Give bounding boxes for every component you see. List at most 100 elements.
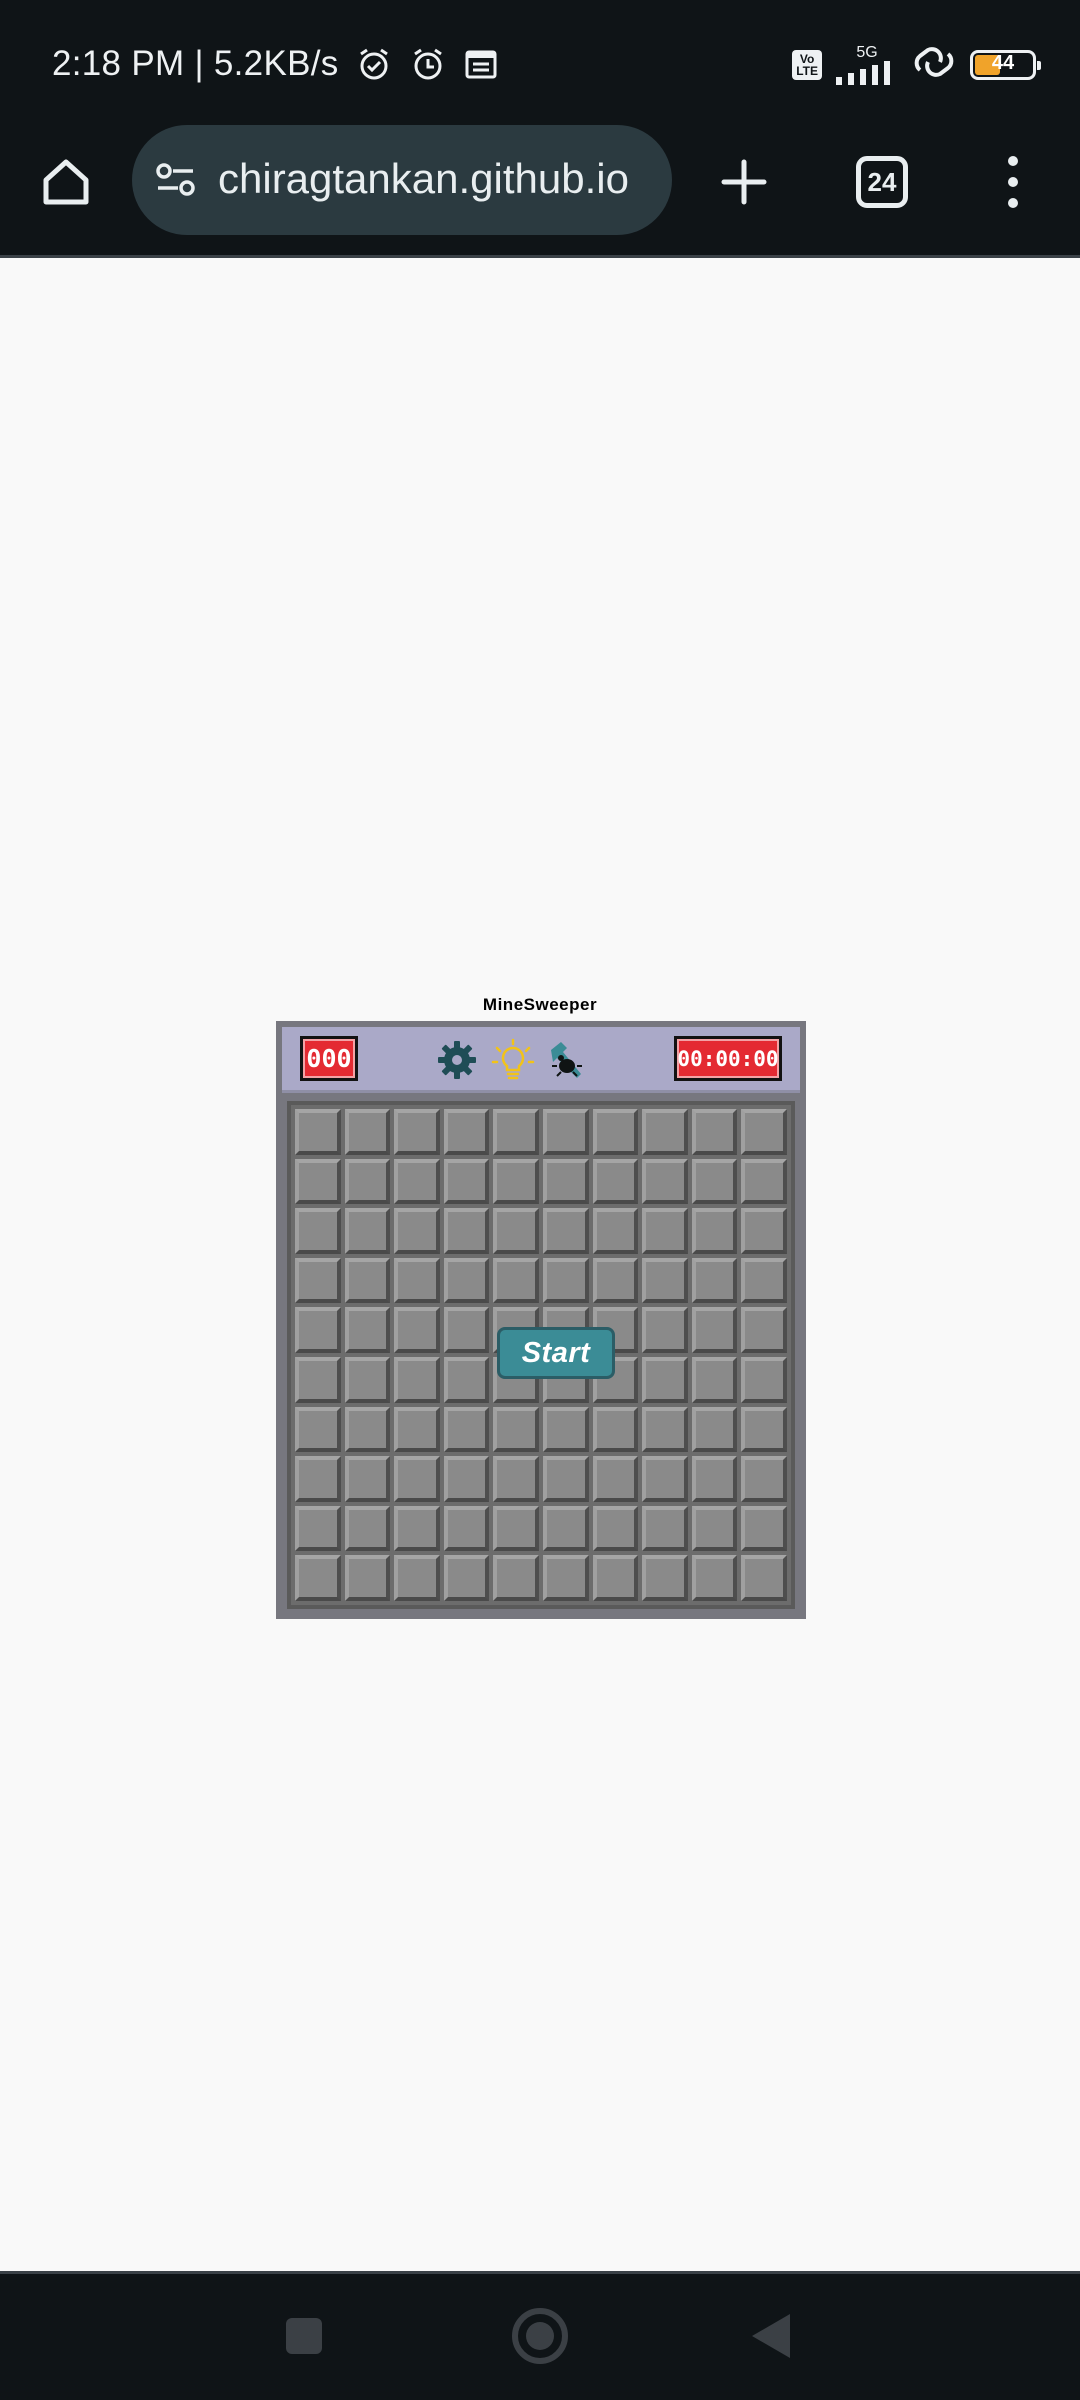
mine-cell[interactable] xyxy=(592,1208,639,1254)
mine-cell[interactable] xyxy=(394,1158,440,1205)
mine-cell[interactable] xyxy=(344,1456,391,1502)
mine-cell[interactable] xyxy=(592,1505,639,1552)
mine-cell[interactable] xyxy=(344,1555,391,1601)
mine-cell[interactable] xyxy=(642,1406,688,1453)
hint-lightbulb-icon[interactable] xyxy=(490,1037,536,1083)
mine-cell[interactable] xyxy=(592,1406,639,1453)
mine-cell[interactable] xyxy=(642,1109,688,1155)
mine-cell[interactable] xyxy=(542,1109,589,1155)
home-button[interactable] xyxy=(36,152,96,212)
new-tab-button[interactable] xyxy=(712,150,776,214)
mine-cell[interactable] xyxy=(493,1505,539,1552)
mine-cell[interactable] xyxy=(542,1505,589,1552)
mine-cell[interactable] xyxy=(691,1505,738,1552)
mine-cell[interactable] xyxy=(542,1158,589,1205)
tab-switcher-button[interactable]: 24 xyxy=(856,156,908,208)
mine-cell[interactable] xyxy=(394,1208,440,1254)
mine-cell[interactable] xyxy=(344,1208,391,1254)
mine-cell[interactable] xyxy=(542,1208,589,1254)
mine-cell[interactable] xyxy=(443,1356,490,1403)
mine-cell[interactable] xyxy=(741,1208,787,1254)
mine-cell[interactable] xyxy=(443,1257,490,1304)
mine-cell[interactable] xyxy=(493,1555,539,1601)
mine-cell[interactable] xyxy=(691,1208,738,1254)
site-settings-icon[interactable] xyxy=(154,158,198,207)
mine-cell[interactable] xyxy=(493,1158,539,1205)
mine-cell[interactable] xyxy=(741,1257,787,1304)
mine-cell[interactable] xyxy=(443,1307,490,1353)
mine-cell[interactable] xyxy=(642,1505,688,1552)
mine-cell[interactable] xyxy=(295,1555,341,1601)
address-bar[interactable]: chiragtankan.github.io xyxy=(132,125,672,235)
mine-cell[interactable] xyxy=(741,1356,787,1403)
mine-cell[interactable] xyxy=(443,1555,490,1601)
mine-cell[interactable] xyxy=(691,1456,738,1502)
mine-cell[interactable] xyxy=(295,1109,341,1155)
mine-cell[interactable] xyxy=(691,1257,738,1304)
mine-cell[interactable] xyxy=(344,1406,391,1453)
mine-cell[interactable] xyxy=(394,1356,440,1403)
url-text[interactable]: chiragtankan.github.io xyxy=(218,155,629,203)
mine-cell[interactable] xyxy=(295,1307,341,1353)
mine-cell[interactable] xyxy=(443,1158,490,1205)
mine-cell[interactable] xyxy=(394,1456,440,1502)
mine-cell[interactable] xyxy=(642,1208,688,1254)
mine-cell[interactable] xyxy=(344,1307,391,1353)
mine-cell[interactable] xyxy=(394,1257,440,1304)
mine-cell[interactable] xyxy=(542,1555,589,1601)
mine-cell[interactable] xyxy=(493,1456,539,1502)
mine-cell[interactable] xyxy=(741,1505,787,1552)
mine-cell[interactable] xyxy=(295,1505,341,1552)
mine-cell[interactable] xyxy=(592,1555,639,1601)
mine-cell[interactable] xyxy=(295,1406,341,1453)
mine-cell[interactable] xyxy=(691,1307,738,1353)
mine-cell[interactable] xyxy=(691,1555,738,1601)
home-nav-button[interactable] xyxy=(512,2308,568,2364)
mine-cell[interactable] xyxy=(642,1356,688,1403)
mine-cell[interactable] xyxy=(741,1109,787,1155)
mine-cell[interactable] xyxy=(592,1456,639,1502)
mine-cell[interactable] xyxy=(592,1158,639,1205)
mine-cell[interactable] xyxy=(642,1257,688,1304)
mine-cell[interactable] xyxy=(592,1109,639,1155)
mine-cell[interactable] xyxy=(691,1158,738,1205)
mine-cell[interactable] xyxy=(741,1158,787,1205)
mine-cell[interactable] xyxy=(443,1109,490,1155)
tools-hammer-icon[interactable] xyxy=(544,1037,590,1083)
recents-button[interactable] xyxy=(286,2318,322,2354)
mine-cell[interactable] xyxy=(443,1406,490,1453)
mine-cell[interactable] xyxy=(443,1456,490,1502)
mine-cell[interactable] xyxy=(691,1406,738,1453)
mine-cell[interactable] xyxy=(344,1109,391,1155)
mine-cell[interactable] xyxy=(394,1406,440,1453)
mine-cell[interactable] xyxy=(344,1356,391,1403)
mine-cell[interactable] xyxy=(691,1109,738,1155)
overflow-menu-button[interactable] xyxy=(996,150,1030,214)
mine-cell[interactable] xyxy=(642,1307,688,1353)
mine-cell[interactable] xyxy=(592,1257,639,1304)
mine-cell[interactable] xyxy=(493,1109,539,1155)
mine-cell[interactable] xyxy=(642,1158,688,1205)
mine-cell[interactable] xyxy=(642,1555,688,1601)
mine-cell[interactable] xyxy=(542,1257,589,1304)
mine-cell[interactable] xyxy=(741,1307,787,1353)
mine-cell[interactable] xyxy=(295,1356,341,1403)
mine-cell[interactable] xyxy=(741,1406,787,1453)
mine-cell[interactable] xyxy=(394,1505,440,1552)
mine-cell[interactable] xyxy=(542,1406,589,1453)
mine-cell[interactable] xyxy=(295,1456,341,1502)
mine-cell[interactable] xyxy=(394,1555,440,1601)
mine-cell[interactable] xyxy=(443,1208,490,1254)
settings-gear-icon[interactable] xyxy=(434,1037,480,1083)
mine-cell[interactable] xyxy=(295,1208,341,1254)
mine-cell[interactable] xyxy=(394,1307,440,1353)
mine-cell[interactable] xyxy=(691,1356,738,1403)
mine-cell[interactable] xyxy=(344,1158,391,1205)
mine-cell[interactable] xyxy=(344,1257,391,1304)
mine-cell[interactable] xyxy=(295,1257,341,1304)
back-button[interactable] xyxy=(752,2314,790,2358)
mine-cell[interactable] xyxy=(741,1456,787,1502)
mine-cell[interactable] xyxy=(493,1406,539,1453)
mine-cell[interactable] xyxy=(493,1208,539,1254)
start-button[interactable]: Start xyxy=(497,1327,615,1379)
